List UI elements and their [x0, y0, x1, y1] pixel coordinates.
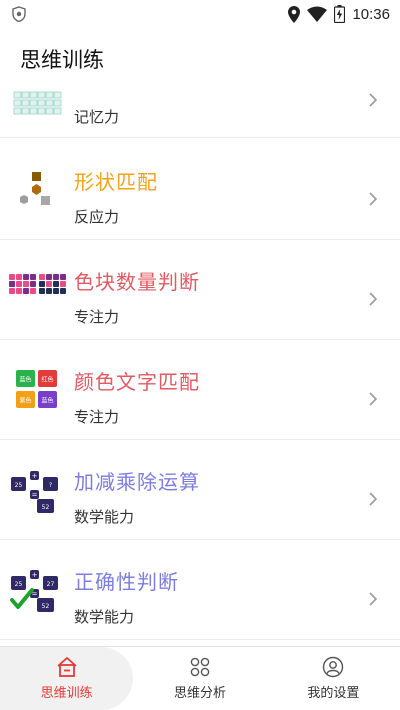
tab-my-settings[interactable]: 我的设置 — [267, 647, 400, 710]
item-title: 形状匹配 — [74, 170, 158, 194]
arithmetic-icon: + = 25 ? 52 — [11, 471, 58, 513]
item-category: 数学能力 — [74, 608, 135, 626]
list-item-color-word[interactable]: 蓝色 红色 紫色 蓝色 颜色文字匹配 专注力 — [0, 340, 400, 440]
list-item-correctness[interactable]: + = 25 27 52 正确性判断 数学能力 — [0, 540, 400, 640]
item-category: 数学能力 — [74, 508, 135, 526]
item-title: 色块数量判断 — [74, 270, 200, 294]
shapes-icon — [20, 172, 50, 205]
icon-number-1: 25 — [15, 581, 23, 588]
item-category: 记忆力 — [74, 108, 120, 126]
tab-label: 思维训练 — [40, 686, 93, 701]
chevron-right-icon — [369, 292, 378, 306]
chevron-right-icon — [369, 93, 378, 107]
item-category: 反应力 — [74, 208, 120, 226]
item-title: 颜色文字匹配 — [74, 370, 200, 394]
shield-icon — [12, 6, 26, 22]
check-math-icon: + = 25 27 52 — [10, 570, 58, 612]
icon-number-3: 52 — [42, 603, 50, 610]
wifi-icon — [307, 6, 328, 22]
icon-word-4: 蓝色 — [41, 397, 53, 405]
page-title: 思维训练 — [20, 48, 104, 72]
color-blocks-icon — [9, 274, 66, 294]
four-dots-icon — [190, 657, 210, 677]
item-category: 专注力 — [74, 408, 120, 426]
icon-number-2: 27 — [47, 581, 55, 588]
bottom-tab-bar: 思维训练 思维分析 我的设置 — [0, 646, 400, 710]
battery-icon — [334, 5, 346, 23]
icon-number-1: 25 — [15, 482, 23, 489]
tab-thinking-analysis[interactable]: 思维分析 — [133, 647, 266, 710]
memory-grid-icon — [13, 91, 62, 115]
chevron-right-icon — [369, 492, 378, 506]
icon-word-1: 蓝色 — [19, 376, 31, 384]
status-time: 10:36 — [352, 5, 390, 23]
item-title: 正确性判断 — [74, 570, 179, 594]
user-icon — [323, 656, 344, 678]
list-item-shape-match[interactable]: 形状匹配 反应力 — [0, 140, 400, 240]
home-icon — [57, 657, 77, 677]
item-title: 加减乘除运算 — [74, 470, 200, 494]
chevron-right-icon — [369, 392, 378, 406]
color-words-icon: 蓝色 红色 紫色 蓝色 — [16, 370, 57, 408]
tab-thinking-training[interactable]: 思维训练 — [0, 647, 134, 710]
svg-text:=: = — [32, 491, 38, 499]
icon-number-3: 52 — [42, 504, 50, 511]
item-category: 专注力 — [74, 308, 120, 326]
status-bar: 10:36 — [0, 0, 400, 28]
svg-text:+: + — [32, 472, 38, 480]
icon-number-2: ? — [49, 482, 52, 489]
chevron-right-icon — [369, 592, 378, 606]
tab-label: 我的设置 — [307, 686, 360, 701]
list-item-color-blocks[interactable]: 色块数量判断 专注力 — [0, 240, 400, 340]
svg-text:+: + — [32, 571, 38, 579]
icon-word-3: 紫色 — [19, 397, 31, 405]
list-item-memory[interactable]: 记忆力 — [0, 86, 400, 138]
tab-label: 思维分析 — [173, 686, 226, 701]
location-icon — [288, 5, 301, 23]
list-item-arithmetic[interactable]: + = 25 ? 52 加减乘除运算 数学能力 — [0, 440, 400, 540]
icon-word-2: 红色 — [41, 376, 53, 384]
chevron-right-icon — [369, 192, 378, 206]
training-list[interactable]: 记忆力 形状匹配 反应力 色块数量判断 专注力 蓝色 红色 紫色 蓝色 颜色文字… — [0, 86, 400, 646]
